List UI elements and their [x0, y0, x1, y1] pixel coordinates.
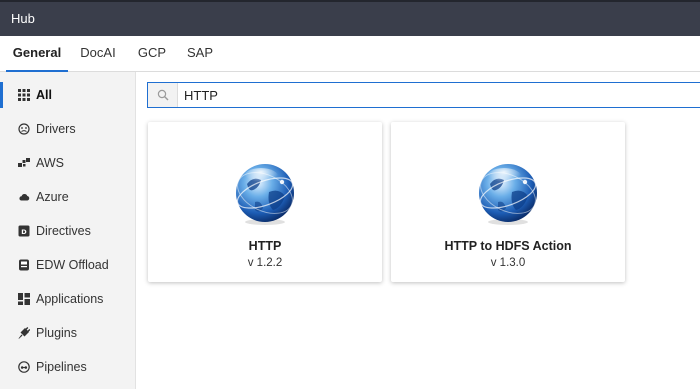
search-box — [147, 82, 700, 108]
sidebar-item-label: Applications — [36, 292, 104, 306]
tab-general[interactable]: General — [6, 36, 68, 73]
sidebar-item-applications[interactable]: Applications — [0, 282, 136, 316]
database-icon — [18, 259, 30, 271]
aws-icon — [18, 157, 30, 169]
search-icon[interactable] — [148, 83, 178, 107]
plug-icon — [18, 327, 30, 339]
sidebar-item-label: Drivers — [36, 122, 76, 136]
sidebar-item-directives[interactable]: D Directives — [0, 214, 136, 248]
sidebar-item-all[interactable]: All — [0, 78, 136, 112]
tab-gcp[interactable]: GCP — [134, 36, 170, 72]
sidebar-item-plugins[interactable]: Plugins — [0, 316, 136, 350]
tab-bar: General DocAI GCP SAP — [0, 36, 700, 73]
sidebar-item-label: Plugins — [36, 326, 77, 340]
sidebar-item-pipelines[interactable]: Pipelines — [0, 350, 136, 384]
sidebar-item-aws[interactable]: AWS — [0, 146, 136, 180]
sidebar-item-label: AWS — [36, 156, 65, 170]
sidebar-item-azure[interactable]: Azure — [0, 180, 136, 214]
tab-docai[interactable]: DocAI — [76, 36, 120, 72]
sidebar-item-edw-offload[interactable]: EDW Offload — [0, 248, 136, 282]
plugin-card-http-to-hdfs-action[interactable]: HTTP to HDFS Action v 1.3.0 — [391, 122, 625, 282]
sidebar-item-label: Pipelines — [36, 360, 87, 374]
pipeline-icon — [18, 361, 30, 373]
plugin-card-http[interactable]: HTTP v 1.2.2 — [148, 122, 382, 282]
plugin-name: HTTP — [248, 239, 282, 253]
driver-icon — [18, 123, 30, 135]
sidebar-item-label: EDW Offload — [36, 258, 109, 272]
grid-icon — [18, 89, 30, 101]
plugin-version: v 1.3.0 — [490, 257, 526, 269]
category-sidebar: All Drivers AWS Azure D Directives EDW O… — [0, 72, 136, 389]
directive-icon: D — [18, 225, 30, 237]
tab-sap[interactable]: SAP — [182, 36, 218, 72]
sidebar-item-label: All — [36, 88, 52, 102]
search-input[interactable] — [184, 85, 684, 105]
sidebar-item-label: Directives — [36, 224, 91, 238]
sidebar-item-label: Azure — [36, 190, 69, 204]
applications-icon — [18, 293, 30, 305]
title-bar: Hub — [0, 0, 700, 36]
sidebar-item-drivers[interactable]: Drivers — [0, 112, 136, 146]
plugin-name: HTTP to HDFS Action — [444, 239, 572, 253]
globe-icon — [479, 164, 537, 225]
cloud-icon — [18, 191, 30, 203]
app-title: Hub — [11, 11, 35, 26]
plugin-version: v 1.2.2 — [247, 257, 283, 269]
globe-icon — [236, 164, 294, 225]
svg-text:D: D — [21, 228, 27, 236]
